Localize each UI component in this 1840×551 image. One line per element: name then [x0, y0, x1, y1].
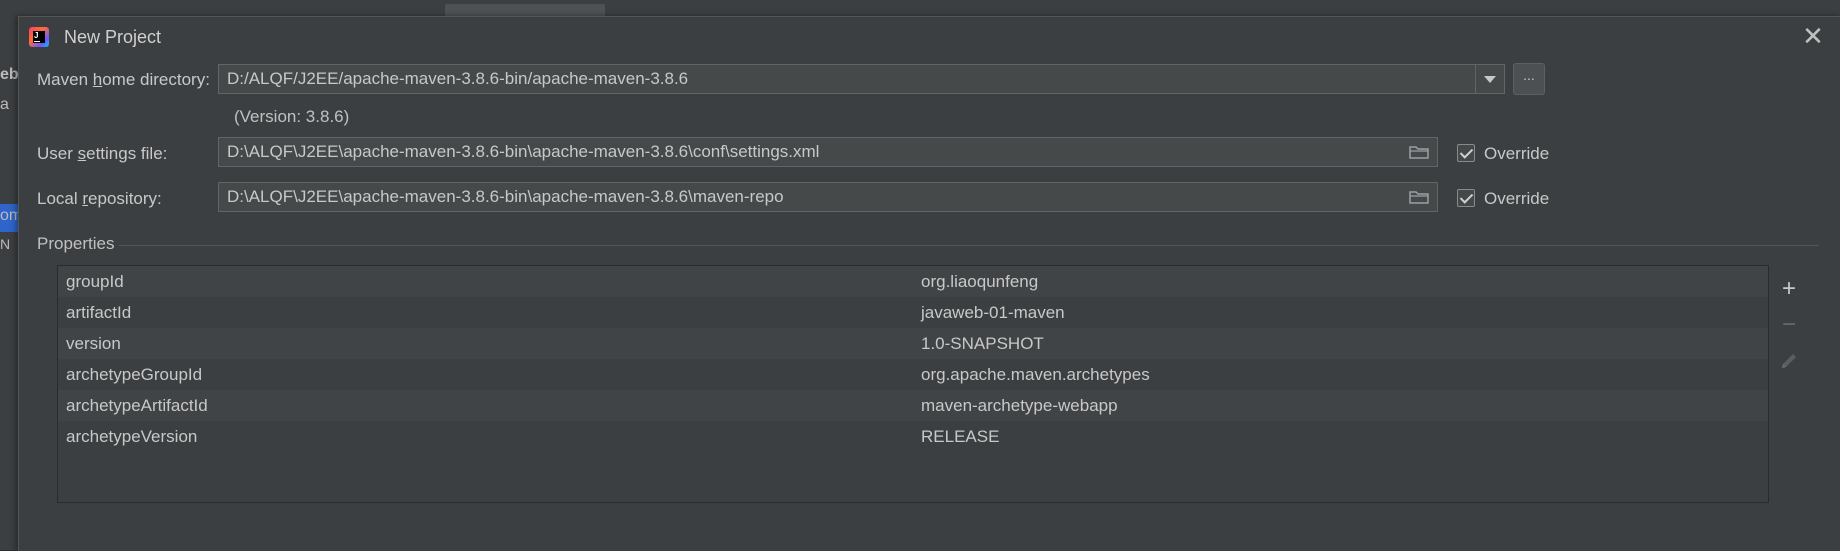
table-row[interactable]: groupId org.liaoqunfeng: [58, 266, 1768, 297]
property-key[interactable]: archetypeArtifactId: [66, 390, 208, 421]
minus-icon: −: [1781, 311, 1796, 338]
property-key[interactable]: archetypeGroupId: [66, 359, 202, 390]
properties-toolbar: + −: [1769, 265, 1809, 503]
maven-home-browse-button[interactable]: ...: [1513, 63, 1545, 95]
maven-home-value[interactable]: D:/ALQF/J2EE/apache-maven-3.8.6-bin/apac…: [227, 69, 688, 88]
chevron-down-icon[interactable]: [1475, 65, 1504, 93]
intellij-logo-icon: J: [29, 27, 49, 47]
user-settings-override-checkbox[interactable]: [1457, 144, 1475, 162]
folder-icon[interactable]: [1409, 190, 1429, 204]
user-settings-label: User settings file:: [37, 144, 168, 163]
background-left-panel: eb a om N: [0, 16, 22, 550]
properties-table[interactable]: groupId org.liaoqunfeng artifactId javaw…: [57, 265, 1769, 503]
background-fragment: a: [0, 96, 9, 113]
edit-property-button[interactable]: [1777, 351, 1801, 375]
local-repo-label: Local repository:: [37, 189, 162, 208]
property-value[interactable]: RELEASE: [921, 421, 999, 452]
pencil-icon: [1779, 350, 1799, 377]
maven-home-label: Maven home directory:: [37, 70, 210, 89]
local-repo-field[interactable]: D:\ALQF\J2EE\apache-maven-3.8.6-bin\apac…: [218, 182, 1438, 212]
table-row[interactable]: artifactId javaweb-01-maven: [58, 297, 1768, 328]
folder-icon[interactable]: [1409, 145, 1429, 159]
property-value[interactable]: maven-archetype-webapp: [921, 390, 1118, 421]
background-fragment: eb: [0, 66, 19, 83]
property-value[interactable]: javaweb-01-maven: [921, 297, 1065, 328]
property-value[interactable]: 1.0-SNAPSHOT: [921, 328, 1044, 359]
property-key[interactable]: archetypeVersion: [66, 421, 197, 452]
background-tab: [445, 4, 605, 16]
property-key[interactable]: groupId: [66, 266, 124, 297]
remove-property-button[interactable]: −: [1777, 313, 1801, 337]
properties-section-title: Properties: [37, 234, 115, 253]
local-repo-value[interactable]: D:\ALQF\J2EE\apache-maven-3.8.6-bin\apac…: [227, 187, 784, 206]
property-key[interactable]: version: [66, 328, 121, 359]
new-project-dialog: J New Project ✕ Maven home directory: D:…: [18, 16, 1840, 551]
property-value[interactable]: org.apache.maven.archetypes: [921, 359, 1150, 390]
table-row[interactable]: version 1.0-SNAPSHOT: [58, 328, 1768, 359]
close-button[interactable]: ✕: [1801, 23, 1825, 49]
close-icon: ✕: [1802, 21, 1824, 51]
add-property-button[interactable]: +: [1777, 277, 1801, 301]
background-tab-strip: [0, 0, 1840, 16]
maven-version-note: (Version: 3.8.6): [234, 107, 350, 126]
properties-separator: [119, 245, 1819, 246]
user-settings-field[interactable]: D:\ALQF\J2EE\apache-maven-3.8.6-bin\apac…: [218, 137, 1438, 167]
local-repo-override-label[interactable]: Override: [1484, 189, 1549, 209]
table-row[interactable]: archetypeArtifactId maven-archetype-weba…: [58, 390, 1768, 421]
dialog-titlebar: J New Project ✕: [19, 17, 1840, 57]
background-fragment: N: [0, 236, 11, 252]
property-key[interactable]: artifactId: [66, 297, 131, 328]
table-row[interactable]: archetypeVersion RELEASE: [58, 421, 1768, 452]
table-row[interactable]: archetypeGroupId org.apache.maven.archet…: [58, 359, 1768, 390]
property-value[interactable]: org.liaoqunfeng: [921, 266, 1038, 297]
plus-icon: +: [1781, 275, 1796, 302]
local-repo-override-checkbox[interactable]: [1457, 189, 1475, 207]
maven-home-combo[interactable]: D:/ALQF/J2EE/apache-maven-3.8.6-bin/apac…: [218, 64, 1505, 94]
user-settings-override-label[interactable]: Override: [1484, 144, 1549, 164]
dialog-title: New Project: [64, 27, 162, 47]
user-settings-value[interactable]: D:\ALQF\J2EE\apache-maven-3.8.6-bin\apac…: [227, 142, 819, 161]
